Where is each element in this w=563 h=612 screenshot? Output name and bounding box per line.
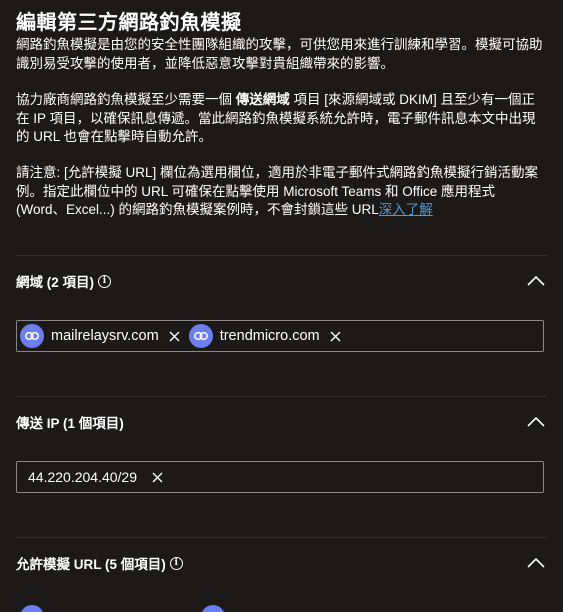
domains-section-title: 網域 (2 項目) i: [16, 271, 112, 291]
simulation-urls-section-title: 允許模擬 URL (5 個項目) i: [16, 553, 183, 573]
intro-paragraph: 網路釣魚模擬是由您的安全性團隊組織的攻擊，可供您用來進行訓練和學習。模擬可協助識…: [16, 37, 543, 71]
section-divider: [16, 255, 547, 256]
ip-chip-label: 44.220.204.40/29: [28, 469, 137, 485]
domain-chip-label: mailrelaysrv.com: [51, 328, 159, 344]
sending-domain-emphasis: 傳送網域: [235, 92, 290, 107]
link-icon: [201, 605, 225, 612]
note-text: 請注意: [允許模擬 URL] 欄位為選用欄位，適用於非電子郵件式網路釣魚模擬行…: [16, 165, 539, 217]
domains-title-text: 網域 (2 項目): [16, 275, 95, 290]
info-icon[interactable]: i: [169, 556, 183, 570]
simulation-urls-field[interactable]: [16, 601, 544, 612]
sending-ip-title-text: 傳送 IP (1 個項目): [16, 416, 124, 431]
requirements-paragraph: 協力廠商網路釣魚模擬至少需要一個 傳送網域 項目 [來源網域或 DKIM] 且至…: [16, 91, 546, 147]
close-icon[interactable]: [328, 328, 344, 344]
link-icon: [20, 605, 44, 612]
note-paragraph: 請注意: [允許模擬 URL] 欄位為選用欄位，適用於非電子郵件式網路釣魚模擬行…: [16, 164, 546, 220]
simulation-urls-section-header[interactable]: 允許模擬 URL (5 個項目) i: [16, 551, 547, 575]
domain-chip: trendmicro.com: [188, 323, 344, 349]
simulation-urls-title-text: 允許模擬 URL (5 個項目): [16, 557, 166, 572]
learn-more-link[interactable]: 深入了解: [379, 202, 433, 217]
sending-ip-section-header[interactable]: 傳送 IP (1 個項目): [16, 410, 547, 434]
chevron-up-icon[interactable]: [525, 552, 547, 574]
requirements-text-start: 協力廠商網路釣魚模擬至少需要一個: [16, 92, 236, 107]
info-icon[interactable]: i: [98, 274, 112, 288]
sending-ip-section-title: 傳送 IP (1 個項目): [16, 412, 124, 432]
link-icon: [20, 324, 44, 348]
link-icon: [188, 324, 213, 348]
close-icon[interactable]: [149, 469, 165, 485]
close-icon[interactable]: [167, 328, 183, 344]
domains-section-header[interactable]: 網域 (2 項目) i: [16, 269, 547, 293]
domains-field[interactable]: mailrelaysrv.com trendmicro.com: [16, 320, 544, 352]
page-title: 編輯第三方網路釣魚模擬: [16, 12, 242, 34]
section-divider: [16, 396, 547, 397]
chevron-up-icon[interactable]: [525, 270, 547, 292]
sending-ip-field[interactable]: 44.220.204.40/29: [16, 461, 544, 493]
section-divider: [16, 537, 547, 538]
domain-chip: mailrelaysrv.com: [20, 323, 183, 349]
domain-chip-label: trendmicro.com: [219, 328, 320, 344]
chevron-up-icon[interactable]: [525, 411, 547, 433]
ip-chip: 44.220.204.40/29: [28, 469, 165, 485]
